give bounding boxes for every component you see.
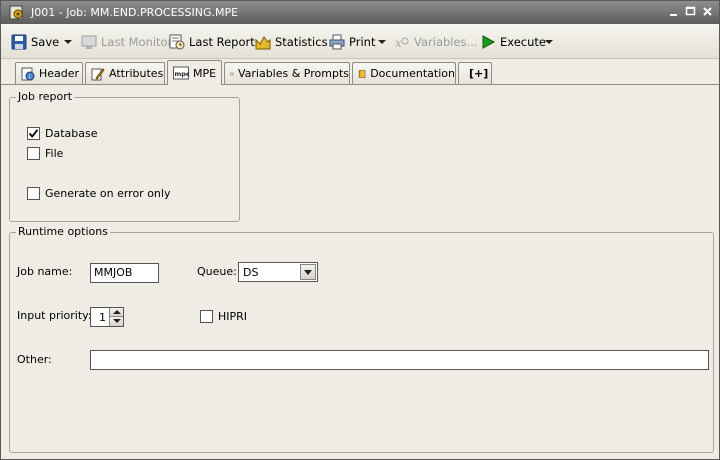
execute-button[interactable]: Execute [480, 32, 546, 52]
chevron-down-icon[interactable] [300, 264, 316, 280]
job-name-input[interactable]: MMJOB [90, 263, 159, 283]
close-icon[interactable] [701, 5, 714, 18]
spinner-down-icon[interactable] [109, 317, 123, 326]
attributes-pencil-icon [91, 67, 105, 80]
print-dropdown-arrow[interactable] [378, 40, 386, 44]
input-priority-label: Input priority: [17, 309, 92, 322]
printer-icon [329, 34, 345, 50]
tab-add[interactable]: [+] [458, 62, 492, 84]
database-checkbox-row[interactable]: Database [27, 127, 98, 140]
svg-text:mpe: mpe [175, 70, 190, 78]
tab-variables-prompts-label: Variables & Prompts [237, 67, 349, 80]
tab-mpe-label: MPE [193, 66, 217, 80]
tab-attributes-label: Attributes [109, 67, 164, 80]
checkmark-icon [28, 129, 39, 138]
tab-variables-prompts[interactable]: ab Variables & Prompts [224, 62, 350, 84]
print-button[interactable]: Print [329, 32, 375, 52]
statistics-button[interactable]: Statistics [255, 32, 328, 52]
file-checkbox-row[interactable]: File [27, 147, 63, 160]
file-checkbox[interactable] [27, 147, 40, 160]
other-label: Other: [17, 353, 52, 366]
documentation-book-icon [358, 69, 366, 78]
svg-text:x: x [395, 36, 402, 50]
execute-dropdown-arrow[interactable] [545, 40, 553, 44]
input-priority-value: 1 [99, 311, 106, 324]
tab-add-label: [+] [469, 67, 489, 80]
spinner-up-icon[interactable] [109, 308, 123, 317]
mpe-tab-content: Job report Database File Generate on err… [1, 84, 719, 459]
statistics-label: Statistics [275, 35, 328, 49]
save-label: Save [31, 35, 60, 49]
queue-select[interactable]: DS [238, 262, 318, 282]
title-bar: J001 - Job: MM.END.PROCESSING.MPE [1, 1, 719, 24]
hipri-checkbox[interactable] [200, 310, 213, 323]
database-label: Database [45, 127, 98, 140]
variables-prompts-icon: ab [230, 72, 234, 75]
job-gear-icon [9, 5, 23, 20]
toolbar: Save Last Monitor Last Report Statistics… [1, 24, 719, 59]
variables-button[interactable]: x Variables... [394, 32, 478, 52]
last-report-button[interactable]: Last Report [169, 32, 255, 52]
file-label: File [45, 147, 64, 160]
generate-on-error-label: Generate on error only [45, 187, 171, 200]
window-title: J001 - Job: MM.END.PROCESSING.MPE [31, 6, 239, 19]
variables-icon: x [395, 36, 409, 50]
runtime-options-group: Runtime options Job name: MMJOB Queue: D… [9, 225, 714, 453]
tab-documentation-label: Documentation [370, 67, 455, 80]
job-report-legend: Job report [16, 90, 75, 103]
last-report-label: Last Report [189, 35, 255, 49]
job-report-group: Job report Database File Generate on err… [9, 90, 240, 222]
save-button[interactable]: Save [11, 32, 59, 52]
execute-label: Execute [500, 35, 546, 49]
maximize-icon[interactable] [684, 5, 697, 18]
tab-mpe[interactable]: mpe MPE [167, 60, 222, 85]
input-priority-spinner[interactable]: 1 [90, 307, 124, 327]
floppy-disk-icon [11, 34, 27, 50]
tab-header[interactable]: i Header [15, 62, 83, 84]
save-dropdown-arrow[interactable] [64, 40, 72, 44]
generate-on-error-row[interactable]: Generate on error only [27, 187, 170, 200]
queue-value: DS [243, 266, 259, 279]
runtime-options-legend: Runtime options [16, 225, 110, 238]
tab-header-label: Header [39, 67, 80, 80]
hipri-checkbox-row[interactable]: HIPRI [200, 310, 247, 323]
minimize-icon[interactable] [667, 5, 680, 18]
mpe-icon: mpe [173, 66, 189, 80]
database-checkbox[interactable] [27, 127, 40, 140]
queue-label: Queue: [197, 265, 237, 278]
hipri-label: HIPRI [218, 310, 248, 323]
tab-documentation[interactable]: Documentation [352, 62, 456, 84]
variables-label: Variables... [414, 35, 478, 49]
other-input[interactable] [90, 350, 709, 370]
last-monitor-label: Last Monitor [101, 35, 173, 49]
print-label: Print [349, 35, 376, 49]
generate-on-error-checkbox[interactable] [27, 187, 40, 200]
tab-bar: i Header Attributes mpe MPE ab Variables… [1, 59, 719, 85]
statistics-chart-icon [255, 36, 271, 50]
report-clock-icon [169, 34, 185, 50]
job-window: J001 - Job: MM.END.PROCESSING.MPE Save L… [0, 0, 720, 460]
header-doc-icon: i [21, 67, 35, 81]
play-icon [482, 35, 496, 49]
job-name-label: Job name: [17, 265, 73, 278]
last-monitor-button[interactable]: Last Monitor [81, 32, 172, 52]
monitor-icon [81, 35, 97, 49]
tab-attributes[interactable]: Attributes [85, 62, 165, 84]
